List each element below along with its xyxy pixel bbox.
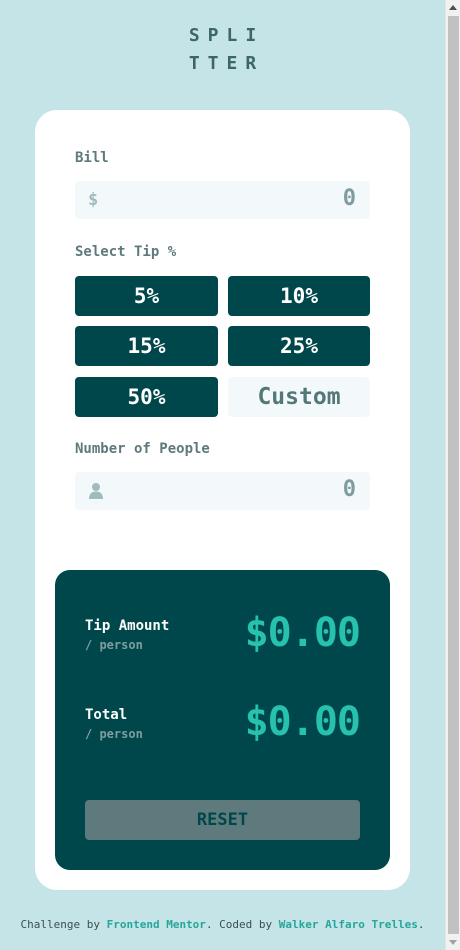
bill-label: Bill xyxy=(75,150,109,166)
attribution-prefix: Challenge by xyxy=(20,918,107,931)
app-logo: SPLI TTER xyxy=(0,22,445,78)
results-panel: Tip Amount / person $0.00 Total / person… xyxy=(55,570,390,870)
tip-label: Select Tip % xyxy=(75,244,177,260)
reset-button[interactable]: RESET xyxy=(85,800,360,840)
bill-input[interactable]: $ 0 xyxy=(75,181,370,219)
tip-50-button[interactable]: 50% xyxy=(75,377,218,417)
people-label: Number of People xyxy=(75,441,210,457)
total-label: Total xyxy=(85,707,128,723)
tip-amount-sub: / person xyxy=(85,638,143,652)
people-value: 0 xyxy=(342,477,356,502)
attribution-suffix: . xyxy=(417,918,425,931)
total-sub: / person xyxy=(85,727,143,741)
tip-amount-value: $0.00 xyxy=(244,610,361,656)
attribution: Challenge by Frontend Mentor. Coded by W… xyxy=(0,918,445,931)
person-icon xyxy=(89,483,103,499)
scroll-up-icon[interactable] xyxy=(449,5,457,10)
logo-line-1: SPLI xyxy=(188,25,265,46)
logo-line-2: TTER xyxy=(188,53,265,74)
calculator-card: Bill $ 0 Select Tip % 5% 10% 15% 25% 50%… xyxy=(35,110,410,890)
attribution-middle: . Coded by xyxy=(205,918,279,931)
scroll-down-icon[interactable] xyxy=(449,940,457,945)
tip-25-button[interactable]: 25% xyxy=(228,326,370,366)
vertical-scrollbar[interactable] xyxy=(445,0,460,950)
frontend-mentor-link[interactable]: Frontend Mentor xyxy=(107,918,206,931)
people-input[interactable]: 0 xyxy=(75,472,370,510)
tip-custom-input[interactable]: Custom xyxy=(228,377,370,417)
tip-15-button[interactable]: 15% xyxy=(75,326,218,366)
dollar-icon: $ xyxy=(88,190,99,210)
tip-amount-label: Tip Amount xyxy=(85,618,170,634)
author-link[interactable]: Walker Alfaro Trelles xyxy=(279,918,418,931)
tip-10-button[interactable]: 10% xyxy=(228,276,370,316)
bill-value: 0 xyxy=(342,186,356,211)
tip-5-button[interactable]: 5% xyxy=(75,276,218,316)
scrollbar-thumb[interactable] xyxy=(448,16,459,934)
total-value: $0.00 xyxy=(244,699,361,745)
